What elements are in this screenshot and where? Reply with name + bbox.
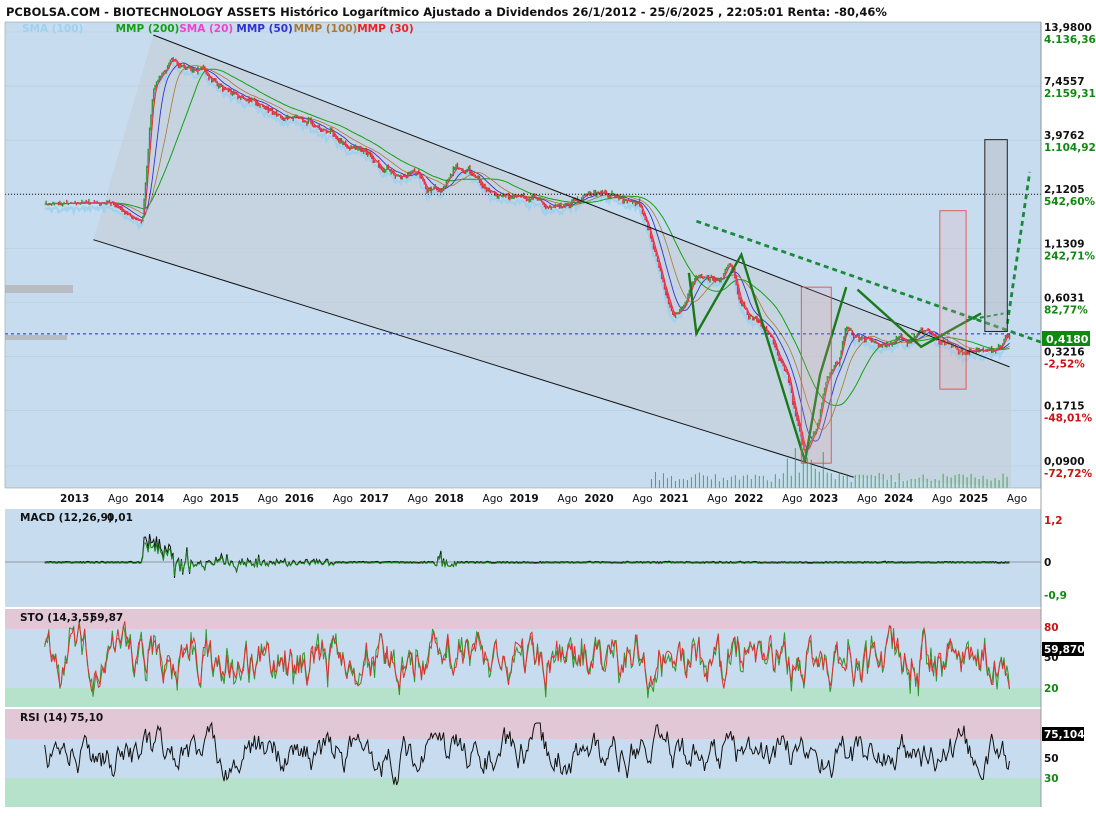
pct-tick-label: 542,60% [1044,196,1096,208]
time-tick-label: 2015 [210,493,239,505]
rsi-badge-text: 75,104 [1044,729,1085,741]
macd-tick-zero: 0 [1044,557,1051,569]
time-tick-label: 2014 [135,493,164,505]
time-tick-label: Ago [857,493,877,505]
time-tick-label: Ago [258,493,278,505]
pct-tick-label: 242,71% [1044,250,1096,262]
time-tick-label: 2020 [584,493,613,505]
macd-tick-bottom: -0,9 [1044,590,1067,602]
sto-value: 59,87 [90,612,123,624]
legend-entry: MMP (30) [357,23,413,35]
pct-tick-label: 4.136,36% [1044,34,1096,46]
time-tick-label: 2013 [60,493,89,505]
price-tick-label: 13,9800 [1044,22,1092,34]
left-gray-bar-2 [5,335,67,340]
time-tick-label: Ago [183,493,203,505]
chart-svg: PCBOLSA.COM - BIOTECHNOLOGY ASSETS Histó… [4,5,1096,807]
price-tick-label: 2,1205 [1044,184,1085,196]
price-tick-label: 0,6031 [1044,292,1085,304]
time-tick-label: 2025 [959,493,988,505]
time-tick-label: Ago [932,493,952,505]
rsi-oversold-zone [5,778,1041,807]
legend-entry: MMP (100) [294,23,358,35]
projection-box [984,139,1008,332]
price-tick-label: 1,1309 [1044,238,1085,250]
time-tick-label: 2017 [360,493,389,505]
time-tick-label: 2018 [435,493,464,505]
pct-tick-label: -48,01% [1044,413,1093,425]
chart-root: PCBOLSA.COM - BIOTECHNOLOGY ASSETS Histó… [0,0,1096,812]
rsi-tick-30: 30 [1044,773,1059,785]
time-tick-label: 2019 [510,493,539,505]
sto-oversold-zone [5,688,1041,707]
pct-tick-label: -2,52% [1044,358,1085,370]
legend-entry: MMP (50) [236,23,292,35]
sto-tick-80: 80 [1044,622,1059,634]
chart-title: PCBOLSA.COM - BIOTECHNOLOGY ASSETS Histó… [6,5,887,19]
time-tick-label: Ago [108,493,128,505]
price-tick-label: 3,9762 [1044,130,1085,142]
rsi-overbought-zone [5,709,1041,739]
price-tick-label: 0,3216 [1044,346,1085,358]
current-price-text: 0,4180 [1046,333,1089,346]
pct-tick-label: -72,72% [1044,468,1093,480]
sto-tick-20: 20 [1044,683,1059,695]
time-tick-label: 2022 [734,493,763,505]
time-tick-label: 2023 [809,493,838,505]
legend-entry: SMA (100) [22,23,83,35]
rsi-tick-50: 50 [1044,753,1059,765]
macd-panel-bg [5,509,1041,607]
time-tick-label: Ago [408,493,428,505]
range-box-1 [800,286,832,464]
sto-label: STO (14,3,5) [20,612,94,624]
macd-value: 0,01 [107,512,133,524]
price-tick-label: 7,4557 [1044,76,1085,88]
range-box-2 [939,210,967,390]
sto-badge-text: 59,870 [1044,644,1085,656]
legend: SMA (100) MMP (200) SMA (20) MMP (50) MMP (1… [22,23,414,35]
left-gray-bar [5,285,73,293]
time-tick-label: Ago [483,493,503,505]
time-tick-label: 2021 [659,493,688,505]
time-tick-label: Ago [333,493,353,505]
sto-overbought-zone [5,609,1041,629]
macd-label: MACD (12,26,9) [20,512,113,524]
pct-tick-label: 2.159,31% [1044,88,1096,100]
legend-entry: MMP (200) [116,23,180,35]
rsi-label: RSI (14) [20,712,67,724]
pct-tick-label: 1.104,92% [1044,142,1096,154]
time-tick-label: Ago [782,493,802,505]
time-tick-label: Ago [707,493,727,505]
time-tick-label: Ago [557,493,577,505]
legend-entry: SMA (20) [179,23,233,35]
time-tick-label: 2024 [884,493,913,505]
price-tick-label: 0,1715 [1044,401,1085,413]
time-tick-label: 2016 [285,493,314,505]
pct-tick-label: 82,77% [1044,304,1088,316]
rsi-value: 75,10 [70,712,103,724]
time-tick-label: Ago [1007,493,1027,505]
time-tick-label: Ago [632,493,652,505]
price-tick-label: 0,0900 [1044,456,1085,468]
macd-tick-top: 1,2 [1044,515,1063,527]
